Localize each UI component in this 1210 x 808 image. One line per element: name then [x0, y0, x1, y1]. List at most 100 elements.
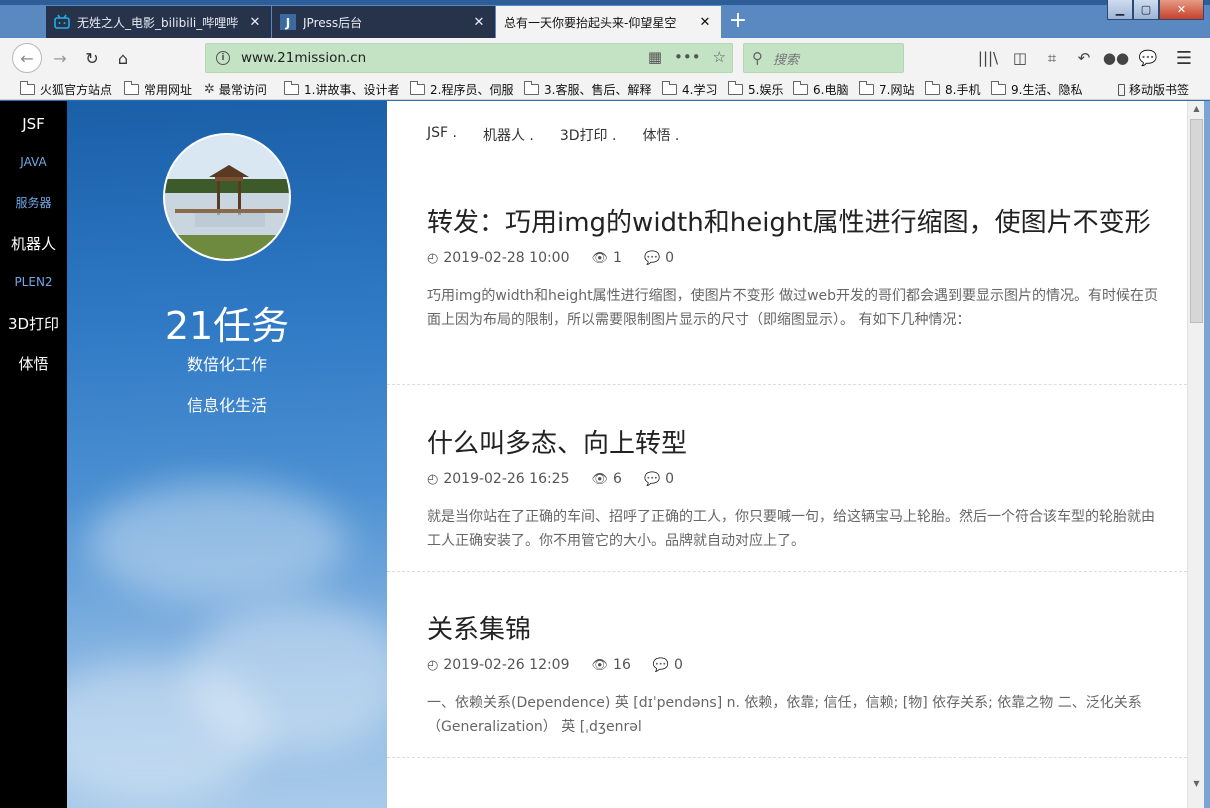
- folder-icon: [284, 81, 299, 95]
- bookmark-item[interactable]: 1.讲故事、设计者: [284, 81, 399, 98]
- vertical-scrollbar[interactable]: ▲ ▼: [1187, 101, 1204, 808]
- eye-icon: 👁: [591, 657, 609, 673]
- comment-icon: 💬: [643, 471, 661, 487]
- menu-icon[interactable]: ☰: [1172, 46, 1196, 70]
- page-actions-icon[interactable]: •••: [674, 48, 701, 66]
- tab-title: JPress后台: [303, 15, 363, 30]
- chat-icon[interactable]: 💬: [1132, 46, 1164, 70]
- post-item: 转发：巧用img的width和height属性进行缩图，使图片不变形 ◴ 2019…: [427, 206, 1159, 332]
- topnav-insights[interactable]: 体悟 .: [642, 125, 679, 145]
- post-item: 什么叫多态、向上转型 ◴ 2019-02-26 16:25 👁 6 💬 0 就是当你站…: [427, 427, 1159, 553]
- close-tab-icon[interactable]: ✕: [697, 15, 713, 30]
- post-excerpt: 一、依赖关系(Dependence) 英 [dɪˈpendəns] n. 依赖，…: [427, 695, 1142, 735]
- site-info-icon[interactable]: i: [216, 51, 230, 65]
- home-icon[interactable]: ⌂: [111, 46, 135, 70]
- post-divider: [387, 571, 1187, 572]
- sidebar-item-robot[interactable]: 机器人: [0, 233, 67, 254]
- titlebar-edge: [0, 0, 1210, 5]
- sidebar-item-plen2[interactable]: PLEN2: [0, 275, 67, 289]
- sidebar-item-jsf[interactable]: JSF: [0, 115, 67, 133]
- topnav-3d-printing[interactable]: 3D打印 .: [560, 125, 617, 145]
- sidebar-item-java[interactable]: JAVA: [0, 155, 67, 169]
- post-excerpt: 就是当你站在了正确的车间、招呼了正确的工人，你只要喊一句，给这辆宝马上轮胎。然后…: [427, 509, 1155, 549]
- top-category-nav: JSF . 机器人 . 3D打印 . 体悟 .: [427, 125, 705, 145]
- tab-bilibili[interactable]: 无姓之人_电影_bilibili_哔哩哔 ✕: [46, 6, 271, 38]
- post-excerpt: 巧用img的width和height属性进行缩图，使图片不变形 做过web开发的…: [427, 288, 1159, 328]
- sidebar-item-server[interactable]: 服务器: [0, 194, 67, 211]
- screenshot-icon[interactable]: ⌗: [1036, 46, 1068, 70]
- post-date: 2019-02-28 10:00: [443, 250, 570, 266]
- close-tab-icon[interactable]: ✕: [247, 15, 263, 30]
- bookmark-item[interactable]: 6.电脑: [793, 81, 848, 98]
- scroll-up-icon[interactable]: ▲: [1188, 101, 1205, 117]
- topnav-robot[interactable]: 机器人 .: [483, 125, 534, 145]
- folder-icon: [728, 81, 743, 95]
- extension-icon[interactable]: ●●: [1100, 46, 1132, 70]
- post-title[interactable]: 关系集锦: [427, 613, 1159, 647]
- web-page: JSF JAVA 服务器 机器人 PLEN2 3D打印 体悟 21任务 数倍化工…: [0, 101, 1210, 808]
- comment-icon: 💬: [652, 657, 670, 673]
- reload-icon[interactable]: ↻: [80, 46, 104, 70]
- svg-text:J: J: [285, 16, 290, 30]
- phone-icon: [1118, 83, 1125, 96]
- clock-icon: ◴: [427, 471, 439, 487]
- folder-icon: [524, 81, 539, 95]
- avatar[interactable]: [163, 133, 291, 261]
- post-views: 1: [613, 250, 622, 266]
- search-icon: ⚲: [752, 49, 763, 67]
- close-window-icon[interactable]: ✕: [1159, 0, 1204, 20]
- library-icon[interactable]: |||\: [972, 46, 1004, 70]
- post-title[interactable]: 什么叫多态、向上转型: [427, 427, 1159, 461]
- tab-current[interactable]: 总有一天你要抬起头来-仰望星空 ✕: [496, 6, 721, 38]
- bookmark-item[interactable]: 7.网站: [859, 81, 914, 98]
- clock-icon: ◴: [427, 657, 439, 673]
- sidebar-item-3d-printing[interactable]: 3D打印: [0, 313, 67, 334]
- url-text[interactable]: www.21mission.cn: [241, 50, 366, 66]
- minimize-icon[interactable]: ▁: [1107, 0, 1133, 20]
- post-title[interactable]: 转发：巧用img的width和height属性进行缩图，使图片不变形: [427, 206, 1159, 240]
- folder-icon: [410, 81, 425, 95]
- maximize-icon[interactable]: ▢: [1133, 0, 1159, 20]
- main-content: JSF . 机器人 . 3D打印 . 体悟 . 转发：巧用img的width和h…: [387, 101, 1187, 808]
- qr-code-icon[interactable]: ▦: [648, 48, 662, 66]
- post-date: 2019-02-26 16:25: [443, 471, 570, 487]
- undo-icon[interactable]: ↶: [1068, 46, 1100, 70]
- jpress-icon: J: [280, 14, 296, 30]
- folder-icon: [859, 81, 874, 95]
- new-tab-icon[interactable]: +: [727, 8, 749, 34]
- back-icon[interactable]: ←: [12, 43, 42, 73]
- sidebar-icon[interactable]: ◫: [1004, 46, 1036, 70]
- folder-icon: [793, 81, 808, 95]
- bookmark-mobile[interactable]: 移动版书签: [1118, 81, 1189, 98]
- bookmarks-bar: 火狐官方站点 常用网址 ✲ 最常访问 1.讲故事、设计者 2.程序员、伺服 3.客…: [0, 78, 1210, 100]
- bookmark-item[interactable]: 2.程序员、伺服: [410, 81, 513, 98]
- bookmark-item[interactable]: ✲ 最常访问: [204, 81, 267, 98]
- folder-icon: [662, 81, 677, 95]
- bookmark-star-icon[interactable]: ☆: [713, 48, 726, 66]
- search-placeholder[interactable]: 搜索: [773, 49, 799, 68]
- scrollbar-thumb[interactable]: [1190, 119, 1203, 323]
- post-meta: ◴ 2019-02-28 10:00 👁 1 💬 0: [427, 250, 1159, 266]
- site-title[interactable]: 21任务: [67, 295, 387, 350]
- cloud-decoration: [87, 481, 347, 601]
- tab-jpress[interactable]: J JPress后台 ✕: [272, 6, 495, 38]
- bookmark-item[interactable]: 火狐官方站点: [20, 81, 112, 98]
- close-tab-icon[interactable]: ✕: [471, 15, 487, 30]
- browser-titlebar: 无姓之人_电影_bilibili_哔哩哔 ✕ J JPress后台 ✕ 总有一天…: [0, 0, 1210, 38]
- bookmark-item[interactable]: 4.学习: [662, 81, 717, 98]
- sidebar-item-insights[interactable]: 体悟: [0, 353, 67, 374]
- bookmark-item[interactable]: 9.生活、隐私: [991, 81, 1082, 98]
- scroll-down-icon[interactable]: ▼: [1188, 776, 1205, 792]
- post-comments: 0: [665, 471, 675, 487]
- bookmark-item[interactable]: 5.娱乐: [728, 81, 783, 98]
- search-box[interactable]: ⚲ 搜索: [743, 43, 904, 73]
- address-bar[interactable]: i www.21mission.cn ▦ ••• ☆: [205, 43, 733, 73]
- topnav-jsf[interactable]: JSF .: [427, 125, 457, 145]
- bookmark-item[interactable]: 8.手机: [925, 81, 980, 98]
- forward-icon[interactable]: →: [48, 46, 72, 70]
- bookmark-item[interactable]: 3.客服、售后、解释: [524, 81, 651, 98]
- bookmark-item[interactable]: 常用网址: [124, 81, 192, 98]
- navigation-toolbar: ← → ↻ ⌂ i www.21mission.cn ▦ ••• ☆ ⚲ 搜索 …: [0, 38, 1210, 78]
- post-meta: ◴ 2019-02-26 16:25 👁 6 💬 0: [427, 471, 1159, 487]
- avatar-photo: [165, 135, 289, 259]
